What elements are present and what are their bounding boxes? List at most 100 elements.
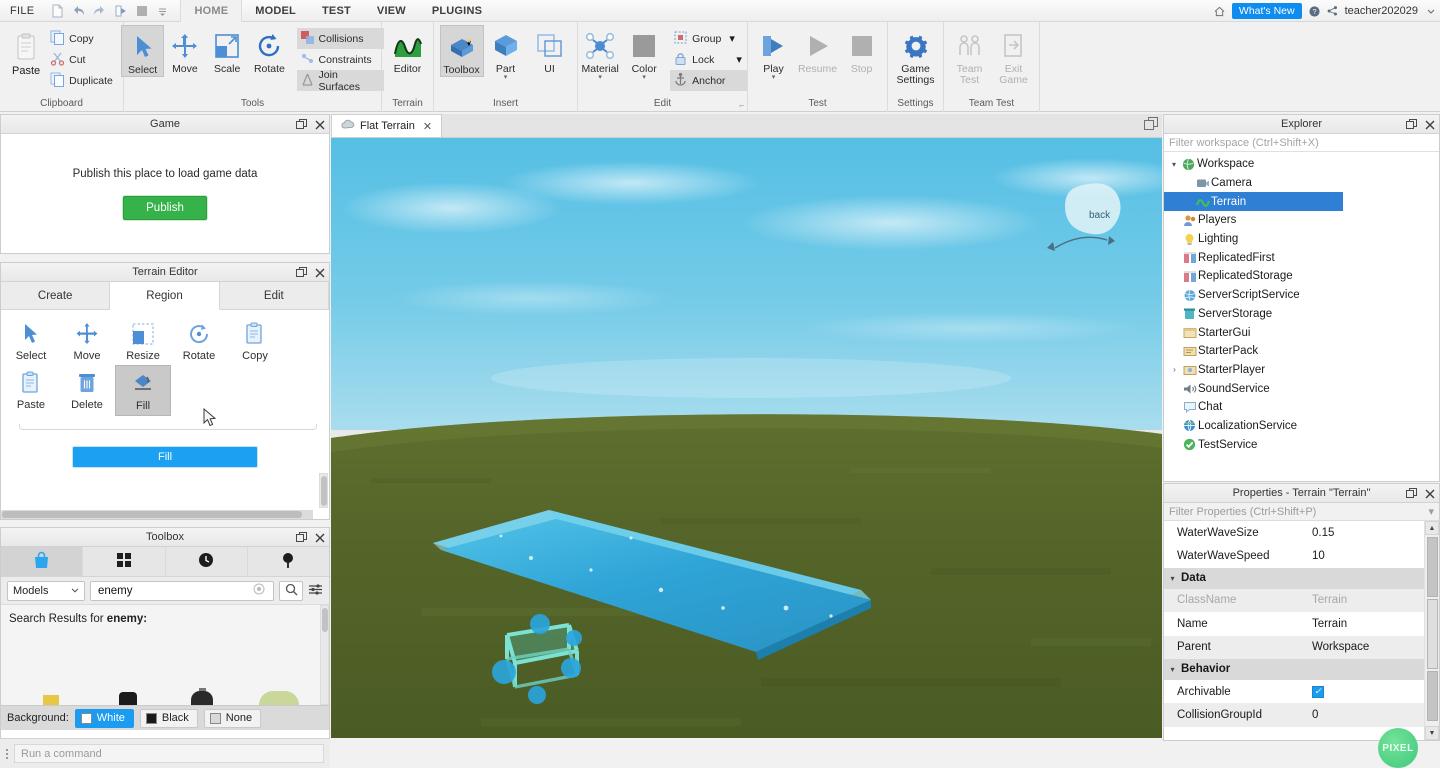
chevron-right-icon[interactable]: › (1168, 365, 1181, 374)
chevron-down-icon[interactable]: ▾ (1428, 505, 1434, 518)
filter-sliders-icon[interactable] (308, 583, 323, 599)
close-icon[interactable] (1424, 488, 1435, 499)
terrain-tool-resize[interactable]: Resize (115, 316, 171, 365)
explorer-item-chat[interactable]: Chat (1164, 398, 1439, 417)
edit-dialog-launcher-icon[interactable]: ⌐ (739, 101, 744, 110)
property-category-data[interactable]: ▾ Data (1164, 567, 1439, 589)
lock-button[interactable]: Lock ▾ (670, 49, 747, 70)
property-value[interactable]: Terrain (1312, 618, 1347, 630)
qat-dropdown-icon[interactable] (153, 2, 172, 20)
toolbox-button[interactable]: Toolbox (439, 25, 484, 77)
explorer-item-soundservice[interactable]: SoundService (1164, 379, 1439, 398)
toolbox-search-field[interactable]: enemy (90, 580, 274, 601)
command-input[interactable]: Run a command (14, 744, 324, 763)
property-row[interactable]: Parent Workspace (1164, 635, 1439, 659)
popout-icon[interactable] (296, 267, 307, 278)
property-row[interactable]: WaterWaveSize 0.15 (1164, 521, 1439, 544)
terrain-tab-region[interactable]: Region (110, 282, 220, 310)
rotate-tool-button[interactable]: Rotate (248, 25, 290, 75)
undo-icon[interactable] (69, 2, 88, 20)
popout-icon[interactable] (1406, 119, 1417, 130)
properties-filter-row[interactable]: Filter Properties (Ctrl+Shift+P) ▾ (1164, 503, 1439, 521)
join-surfaces-toggle[interactable]: Join Surfaces (296, 69, 384, 93)
close-icon[interactable] (314, 532, 325, 543)
terrain-tool-copy[interactable]: Copy (227, 316, 283, 365)
property-value[interactable]: 0 (1312, 709, 1318, 721)
toolbox-tab-marketplace[interactable] (1, 547, 84, 576)
chevron-down-icon[interactable] (1425, 6, 1436, 17)
close-icon[interactable] (314, 267, 325, 278)
chevron-down-icon[interactable]: ▾ (1168, 160, 1180, 169)
color-button[interactable]: Color ▾ (622, 25, 666, 81)
toolbox-tab-inventory[interactable] (83, 547, 166, 576)
part-caret-icon[interactable]: ▾ (504, 74, 508, 81)
terrain-tab-create[interactable]: Create (1, 282, 111, 309)
tab-test[interactable]: TEST (309, 0, 364, 22)
property-value[interactable]: 0.15 (1312, 527, 1334, 539)
toolbox-search-button[interactable] (279, 580, 303, 601)
chevron-down-icon[interactable]: ▾ (1164, 574, 1181, 583)
popout-icon[interactable] (1406, 488, 1417, 499)
new-file-icon[interactable] (48, 2, 67, 20)
redo-icon[interactable] (90, 2, 109, 20)
explorer-filter-input[interactable]: Filter workspace (Ctrl+Shift+X) (1164, 134, 1439, 152)
scroll-down-button[interactable]: ▼ (1425, 726, 1439, 740)
property-row[interactable]: CollisionGroupId 0 (1164, 703, 1439, 727)
group-button[interactable]: Group ▾ (670, 28, 747, 49)
property-checkbox[interactable]: ✓ (1312, 685, 1324, 698)
place-tab-flat-terrain[interactable]: Flat Terrain ✕ (331, 114, 443, 137)
collisions-toggle[interactable]: Collisions (296, 28, 384, 49)
background-option-none[interactable]: None (203, 708, 262, 728)
popout-icon[interactable] (1144, 117, 1158, 134)
drag-grip-icon[interactable] (0, 748, 14, 759)
duplicate-button[interactable]: Duplicate (47, 70, 118, 91)
constraints-toggle[interactable]: Constraints (297, 49, 384, 70)
paste-button[interactable]: Paste (5, 25, 47, 77)
game-settings-button[interactable]: Game Settings (891, 25, 941, 86)
toolbox-tab-recent[interactable] (166, 547, 248, 576)
explorer-item-starterplayer[interactable]: › StarterPlayer (1164, 361, 1439, 380)
copy-button[interactable]: Copy (47, 28, 118, 49)
chevron-down-icon[interactable]: ▾ (1164, 665, 1181, 674)
terrain-tool-delete[interactable]: Delete (59, 365, 115, 416)
terrain-tool-paste[interactable]: Paste (3, 365, 59, 416)
explorer-item-localizationservice[interactable]: LocalizationService (1164, 417, 1439, 436)
popout-icon[interactable] (296, 119, 307, 130)
close-icon[interactable]: ✕ (423, 120, 432, 133)
property-row[interactable]: Archivable ✓ (1164, 680, 1439, 703)
background-option-white[interactable]: White (74, 708, 134, 728)
explorer-item-workspace[interactable]: ▾ Workspace (1164, 155, 1439, 174)
explorer-item-replicatedfirst[interactable]: ReplicatedFirst (1164, 248, 1439, 267)
terrain-tool-move[interactable]: Move (59, 316, 115, 365)
part-button[interactable]: Part ▾ (484, 25, 528, 81)
move-tool-button[interactable]: Move (164, 25, 206, 75)
scroll-up-button[interactable]: ▲ (1425, 521, 1439, 535)
checkbox-checked-icon[interactable]: ✓ (1312, 685, 1324, 698)
play-forward-icon[interactable] (111, 2, 130, 20)
property-row[interactable]: WaterWaveSpeed 10 (1164, 544, 1439, 567)
terrain-editor-button[interactable]: Editor (386, 25, 430, 75)
tab-plugins[interactable]: PLUGINS (419, 0, 495, 22)
file-menu-button[interactable]: FILE (0, 0, 44, 22)
toolbox-results-scrollbar[interactable] (320, 605, 329, 705)
play-caret-icon[interactable]: ▾ (772, 74, 776, 81)
properties-filter-input[interactable]: Filter Properties (Ctrl+Shift+P) (1169, 506, 1316, 518)
help-icon[interactable]: ? (1309, 5, 1320, 17)
toolbox-tab-creations[interactable] (248, 547, 329, 576)
property-value[interactable]: 10 (1312, 550, 1325, 562)
toolbox-result-item[interactable] (105, 671, 165, 705)
tab-view[interactable]: VIEW (364, 0, 419, 22)
explorer-item-lighting[interactable]: Lighting (1164, 230, 1439, 249)
stop-square-icon[interactable] (132, 2, 151, 20)
explorer-item-terrain[interactable]: Terrain (1164, 192, 1343, 212)
toolbox-category-select[interactable]: Models (7, 580, 85, 601)
tab-home[interactable]: HOME (180, 0, 243, 22)
explorer-item-players[interactable]: Players (1164, 211, 1439, 230)
terrain-tab-edit[interactable]: Edit (219, 282, 329, 309)
toolbox-result-item[interactable] (253, 671, 313, 705)
home-icon[interactable] (1214, 6, 1225, 17)
user-account-label[interactable]: teacher202029 (1345, 5, 1418, 17)
ui-button[interactable]: UI (528, 25, 572, 75)
popout-icon[interactable] (296, 532, 307, 543)
explorer-item-camera[interactable]: Camera (1164, 174, 1439, 193)
